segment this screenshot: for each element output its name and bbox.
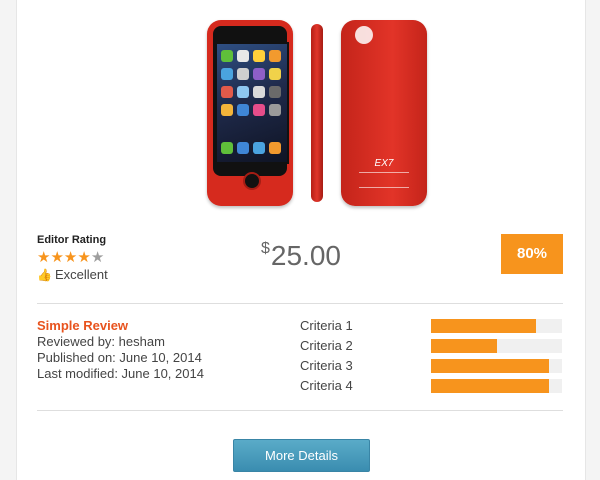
criteria-bar-fill [431,319,536,333]
criteria-label: Criteria 1 [300,318,353,333]
criteria-row: Criteria 4 [300,378,564,398]
divider [37,303,563,304]
criteria-bar-fill [431,379,549,393]
phone-side-view [311,24,323,202]
published-date: Published on: June 10, 2014 [37,350,202,365]
more-details-button[interactable]: More Details [233,439,370,472]
criteria-bar-track [431,359,562,373]
score-badge: 80% [501,234,563,274]
phone-screen [215,42,289,164]
criteria-bar-track [431,319,562,333]
criteria-bar-track [431,379,562,393]
review-title: Simple Review [37,318,129,333]
criteria-label: Criteria 2 [300,338,353,353]
criteria-bar-track [431,339,562,353]
criteria-label: Criteria 3 [300,358,353,373]
reviewed-by: Reviewed by: hesham [37,334,165,349]
product-image: EX7 [203,18,429,208]
product-price: $25.00 [17,240,585,272]
phone-front-view [207,20,293,206]
modified-date: Last modified: June 10, 2014 [37,366,204,381]
review-card: EX7 Editor Rating ★★★★★ 👍 Excellent $25.0… [16,0,586,480]
home-button [243,172,261,190]
price-amount: 25.00 [270,240,341,271]
review-summary: Simple Review Reviewed by: hesham Publis… [37,318,297,382]
criteria-row: Criteria 2 [300,338,564,358]
case-logo: EX7 [374,158,394,169]
divider [37,410,563,411]
criteria-list: Criteria 1 Criteria 2 Criteria 3 Criteria 4 [300,318,564,398]
criteria-label: Criteria 4 [300,378,353,393]
criteria-bar-fill [431,339,497,353]
criteria-row: Criteria 3 [300,358,564,378]
price-currency: $ [261,240,270,257]
camera-cutout [355,26,373,44]
criteria-bar-fill [431,359,549,373]
phone-back-view: EX7 [341,20,427,206]
criteria-row: Criteria 1 [300,318,564,338]
